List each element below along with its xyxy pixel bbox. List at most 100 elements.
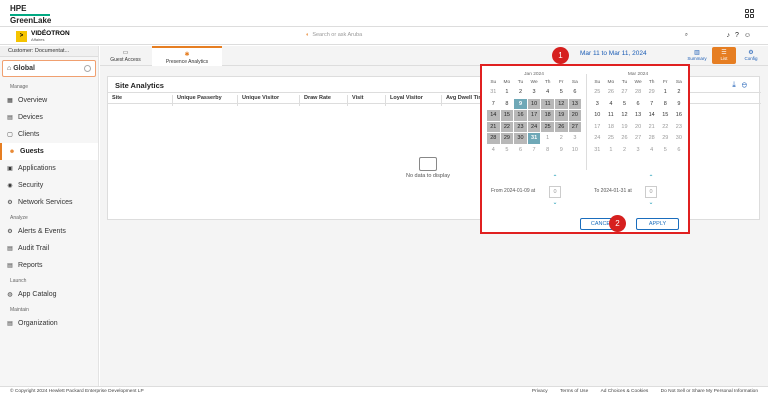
column-loyal-visitor[interactable]: Loyal Visitor bbox=[386, 95, 442, 106]
calendar-day[interactable]: 10 bbox=[527, 98, 541, 109]
list-view-button[interactable]: ☰ List bbox=[712, 47, 736, 64]
calendar-day[interactable]: 27 bbox=[632, 133, 645, 144]
calendar-day[interactable]: 31 bbox=[527, 133, 541, 144]
calendar-day[interactable]: 25 bbox=[591, 87, 604, 98]
calendar-day[interactable]: 9 bbox=[514, 98, 527, 109]
sidebar-item-app-catalog[interactable]: ◍ App Catalog bbox=[0, 286, 98, 303]
calendar-day[interactable]: 20 bbox=[568, 110, 582, 121]
calendar-day[interactable]: 19 bbox=[554, 110, 568, 121]
column-unique-passerby[interactable]: Unique Passerby bbox=[173, 95, 238, 106]
calendar-day[interactable]: 3 bbox=[591, 99, 604, 110]
sidebar-item-alerts-events[interactable]: ⚙ Alerts & Events bbox=[0, 223, 98, 240]
calendar-day[interactable]: 29 bbox=[500, 133, 514, 144]
calendar-day[interactable]: 12 bbox=[618, 110, 631, 121]
calendar-day[interactable]: 9 bbox=[673, 99, 686, 110]
calendar-day[interactable]: 12 bbox=[554, 98, 568, 109]
calendar-day[interactable]: 16 bbox=[673, 110, 686, 121]
calendar-day[interactable]: 7 bbox=[487, 99, 500, 110]
calendar-day[interactable]: 2 bbox=[514, 87, 527, 98]
calendar-day[interactable]: 18 bbox=[541, 110, 554, 121]
more-icon[interactable]: ⊖ bbox=[742, 80, 753, 89]
summary-view-button[interactable]: ▥ Summary bbox=[685, 47, 709, 64]
calendar-day[interactable]: 21 bbox=[487, 121, 500, 132]
app-grid-icon[interactable] bbox=[745, 9, 754, 18]
from-time-field[interactable]: 0 bbox=[549, 186, 561, 198]
org-name[interactable]: VIDÉOTRON Affaires bbox=[31, 30, 70, 43]
tab-presence-analytics[interactable]: ✱ Presence Analytics bbox=[152, 46, 222, 66]
calendar-day[interactable]: 6 bbox=[632, 99, 645, 110]
calendar-day[interactable]: 28 bbox=[487, 133, 500, 144]
scope-toggle-icon[interactable] bbox=[84, 65, 91, 72]
calendar-day[interactable]: 7 bbox=[645, 99, 658, 110]
calendar-day[interactable]: 3 bbox=[632, 145, 645, 156]
column-draw-rate[interactable]: Draw Rate bbox=[300, 95, 348, 106]
calendar-day[interactable]: 3 bbox=[528, 87, 541, 98]
calendar-day[interactable]: 5 bbox=[501, 145, 514, 156]
calendar-day[interactable]: 24 bbox=[591, 133, 604, 144]
calendar-day[interactable]: 4 bbox=[645, 145, 658, 156]
download-icon[interactable]: ⤓ bbox=[732, 80, 742, 89]
calendar-day[interactable]: 9 bbox=[555, 145, 568, 156]
calendar-day[interactable]: 20 bbox=[632, 122, 645, 133]
calendar-day[interactable]: 5 bbox=[555, 87, 568, 98]
calendar-day[interactable]: 15 bbox=[659, 110, 672, 121]
customer-label[interactable]: Customer: Documentat... bbox=[0, 46, 98, 57]
help-icon[interactable]: ? bbox=[735, 32, 744, 39]
column-visit[interactable]: Visit bbox=[348, 95, 386, 106]
calendar-day[interactable]: 23 bbox=[514, 121, 527, 132]
calendar-day[interactable]: 1 bbox=[659, 87, 672, 98]
calendar-day[interactable]: 1 bbox=[541, 133, 554, 144]
to-time-field[interactable]: 0 bbox=[645, 186, 657, 198]
calendar-day[interactable]: 1 bbox=[605, 145, 618, 156]
sidebar-item-reports[interactable]: ▤ Reports bbox=[0, 257, 98, 274]
calendar-day[interactable]: 31 bbox=[487, 87, 500, 98]
bell-icon[interactable]: ♪ bbox=[726, 32, 735, 39]
calendar-day[interactable]: 18 bbox=[605, 122, 618, 133]
calendar-day[interactable]: 29 bbox=[645, 87, 658, 98]
calendar-day[interactable]: 10 bbox=[591, 110, 604, 121]
calendar-day[interactable]: 1 bbox=[501, 87, 514, 98]
calendar-day[interactable]: 4 bbox=[487, 145, 500, 156]
calendar-day[interactable]: 27 bbox=[618, 87, 631, 98]
calendar-day[interactable]: 6 bbox=[569, 87, 582, 98]
calendar-day[interactable]: 25 bbox=[605, 133, 618, 144]
calendar-day[interactable]: 11 bbox=[605, 110, 618, 121]
calendar-day[interactable]: 13 bbox=[632, 110, 645, 121]
calendar-day[interactable]: 26 bbox=[618, 133, 631, 144]
sidebar-item-overview[interactable]: ▦ Overview bbox=[0, 92, 98, 109]
calendar-day[interactable]: 6 bbox=[673, 145, 686, 156]
tab-guest-access[interactable]: ▭ Guest Access bbox=[100, 46, 151, 66]
calendar-day[interactable]: 2 bbox=[555, 133, 568, 144]
calendar-day[interactable]: 17 bbox=[591, 122, 604, 133]
calendar-day[interactable]: 5 bbox=[618, 99, 631, 110]
column-site[interactable]: Site bbox=[108, 95, 173, 106]
calendar-day[interactable]: 26 bbox=[554, 121, 568, 132]
date-range-button[interactable]: Mar 11 to Mar 11, 2024 bbox=[580, 50, 647, 57]
calendar-day[interactable]: 22 bbox=[500, 121, 514, 132]
ad-choices-link[interactable]: Ad Choices & Cookies bbox=[601, 389, 649, 394]
calendar-day[interactable]: 16 bbox=[514, 110, 527, 121]
calendar-day[interactable]: 13 bbox=[568, 98, 582, 109]
to-time-down-icon[interactable]: ⌄ bbox=[645, 199, 657, 206]
calendar-day[interactable]: 4 bbox=[541, 87, 554, 98]
calendar-day[interactable]: 30 bbox=[514, 133, 527, 144]
calendar-day[interactable]: 8 bbox=[541, 145, 554, 156]
column-unique-visitor[interactable]: Unique Visitor bbox=[238, 95, 300, 106]
from-time-up-icon[interactable]: ⌃ bbox=[549, 174, 561, 181]
calendar-day[interactable]: 31 bbox=[591, 145, 604, 156]
global-scope-selector[interactable]: ⌂ Global bbox=[2, 60, 96, 77]
calendar-day[interactable]: 3 bbox=[569, 133, 582, 144]
sidebar-item-applications[interactable]: ▣ Applications bbox=[0, 160, 98, 177]
calendar-day[interactable]: 11 bbox=[541, 98, 554, 109]
to-time-up-icon[interactable]: ⌃ bbox=[645, 174, 657, 181]
calendar-day[interactable]: 6 bbox=[514, 145, 527, 156]
calendar-day[interactable]: 28 bbox=[645, 133, 658, 144]
calendar-day[interactable]: 23 bbox=[673, 122, 686, 133]
sidebar-item-network-services[interactable]: ⚙ Network Services bbox=[0, 194, 98, 211]
sidebar-item-devices[interactable]: ▤ Devices bbox=[0, 109, 98, 126]
privacy-link[interactable]: Privacy bbox=[532, 389, 548, 394]
calendar-day[interactable]: 26 bbox=[605, 87, 618, 98]
config-view-button[interactable]: ⚙ Config bbox=[739, 47, 763, 64]
sidebar-item-security[interactable]: ◉ Security bbox=[0, 177, 98, 194]
calendar-day[interactable]: 10 bbox=[569, 145, 582, 156]
